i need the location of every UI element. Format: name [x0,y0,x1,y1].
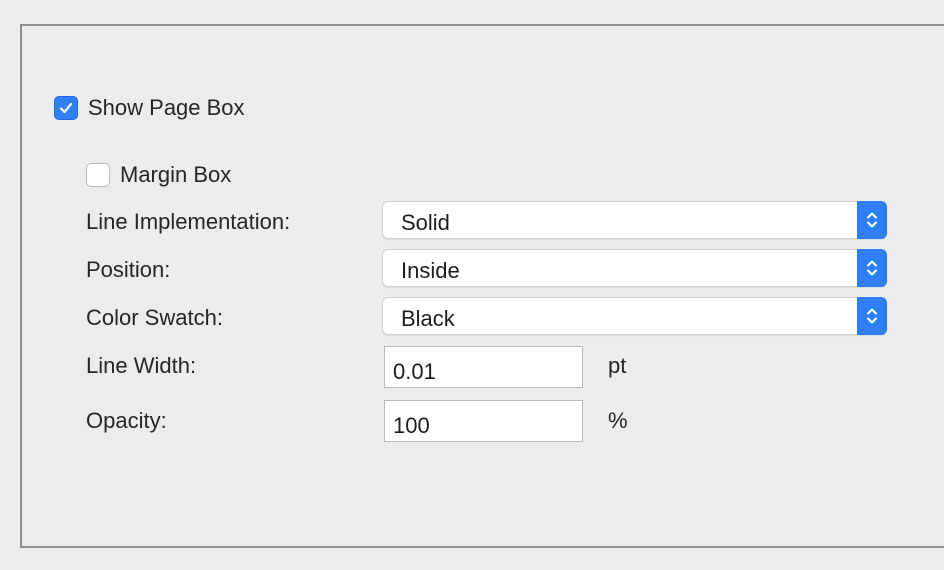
position-select[interactable]: Inside [382,249,887,287]
checkmark-icon [59,102,73,114]
line-width-input[interactable] [385,347,582,387]
up-down-chevron-icon [867,260,877,276]
up-down-chevron-icon [867,308,877,324]
line-implementation-value: Solid [401,210,450,235]
select-stepper-button[interactable] [857,249,887,287]
line-width-unit: pt [608,353,627,378]
line-implementation-label: Line Implementation: [86,209,291,234]
position-value: Inside [401,258,460,283]
color-swatch-label: Color Swatch: [86,305,223,330]
up-down-chevron-icon [867,212,877,228]
color-swatch-select[interactable]: Black [382,297,887,335]
margin-box-checkbox-row[interactable]: Margin Box [86,162,231,188]
show-page-box-checkbox-row[interactable]: Show Page Box [54,95,245,121]
show-page-box-label: Show Page Box [88,95,245,120]
color-swatch-value: Black [401,306,455,331]
opacity-label: Opacity: [86,408,167,433]
margin-box-checkbox[interactable] [86,163,110,187]
opacity-field[interactable] [384,400,583,442]
show-page-box-checkbox[interactable] [54,96,78,120]
margin-box-label: Margin Box [120,162,232,187]
select-stepper-button[interactable] [857,201,887,239]
position-label: Position: [86,257,171,282]
opacity-input[interactable] [385,401,582,441]
line-width-field[interactable] [384,346,583,388]
line-implementation-select[interactable]: Solid [382,201,887,239]
opacity-unit: % [608,408,628,433]
line-width-label: Line Width: [86,353,197,378]
select-stepper-button[interactable] [857,297,887,335]
